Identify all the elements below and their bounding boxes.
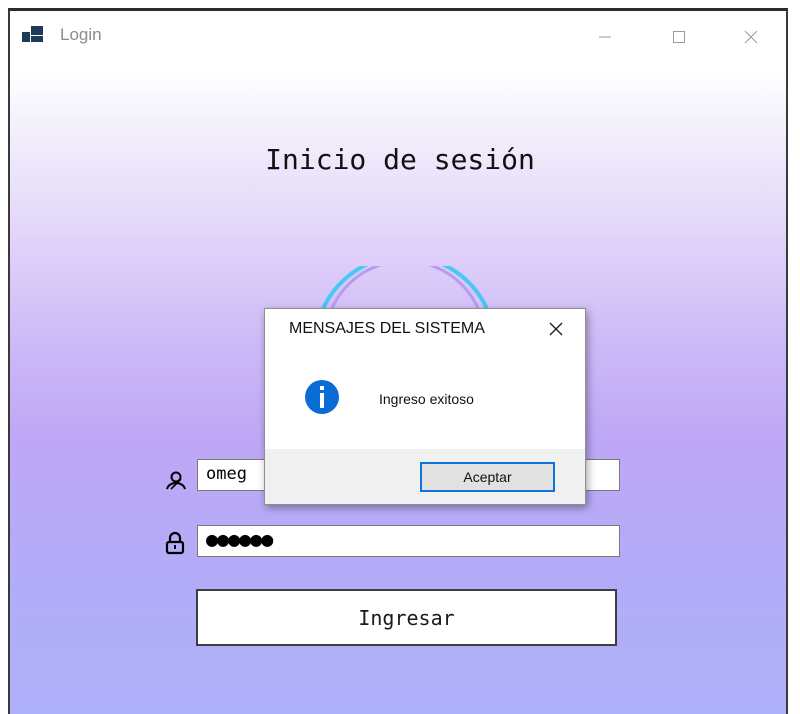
window-title: Login — [60, 25, 102, 44]
message-dialog: MENSAJES DEL SISTEMA Ingreso exitoso Ace… — [264, 308, 586, 505]
close-icon — [549, 322, 563, 336]
dialog-title: MENSAJES DEL SISTEMA — [289, 320, 485, 337]
maximize-button[interactable] — [656, 19, 702, 55]
login-window: Login Inicio de sesión omeg ●●●●●● Ingre… — [8, 8, 788, 714]
close-window-button[interactable] — [728, 19, 774, 55]
password-input[interactable]: ●●●●●● — [197, 525, 620, 557]
info-icon — [305, 380, 339, 414]
minimize-button[interactable] — [582, 19, 628, 55]
dialog-footer: Aceptar — [265, 449, 585, 504]
page-title: Inicio de sesión — [265, 143, 535, 176]
user-icon — [166, 471, 186, 490]
title-bar[interactable]: Login — [10, 11, 786, 63]
dialog-message: Ingreso exitoso — [379, 391, 474, 407]
dialog-close-button[interactable] — [543, 317, 569, 341]
lock-icon — [165, 531, 185, 555]
minimize-icon — [599, 36, 611, 38]
close-icon — [744, 30, 758, 44]
maximize-icon — [673, 31, 685, 43]
app-window-icon — [22, 26, 44, 44]
ok-button[interactable]: Aceptar — [420, 462, 555, 492]
login-button[interactable]: Ingresar — [196, 589, 617, 646]
